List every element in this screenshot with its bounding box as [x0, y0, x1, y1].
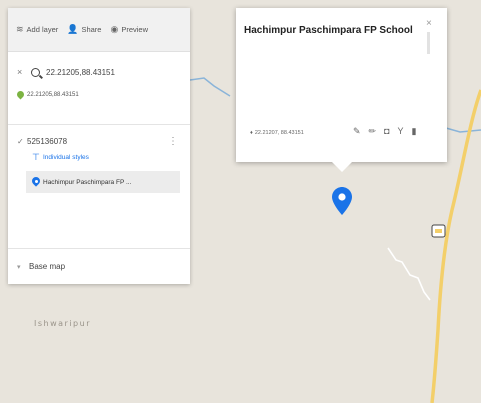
- location-pin-icon: [17, 91, 24, 100]
- layers-panel: ≋ Add layer 👤 Share ◉ Preview × 22.21205…: [8, 8, 190, 284]
- base-map-row[interactable]: ▾ Base map: [8, 248, 190, 284]
- map-marker-icon[interactable]: [332, 187, 352, 215]
- camera-icon[interactable]: ◘: [384, 126, 389, 137]
- layer-name[interactable]: 525136078: [27, 137, 168, 146]
- popup-title: Hachimpur Paschimpara FP School: [244, 25, 413, 36]
- paint-roller-icon: ⊤: [32, 151, 40, 162]
- close-icon[interactable]: ×: [426, 18, 432, 29]
- checkbox-checked-icon[interactable]: ✓: [17, 137, 27, 146]
- search-result[interactable]: 22.21205,88.43151: [8, 86, 190, 104]
- place-label: Ishwaripur: [34, 319, 91, 328]
- individual-styles-link[interactable]: ⊤ Individual styles: [8, 149, 190, 165]
- more-options-icon[interactable]: ⋮: [168, 136, 178, 147]
- location-pin-icon: [32, 177, 40, 187]
- popup-coords: ♦ 22.21207, 88.43151: [250, 130, 304, 136]
- directions-icon[interactable]: Y: [398, 126, 404, 137]
- search-value[interactable]: 22.21205,88.43151: [46, 68, 115, 77]
- layers-icon: ≋: [16, 24, 24, 34]
- info-popup: Hachimpur Paschimpara FP School × ♦ 22.2…: [236, 8, 447, 172]
- location-pin-icon: ♦: [250, 130, 253, 136]
- delete-icon[interactable]: ▮: [412, 126, 417, 137]
- search-icon: [31, 67, 40, 77]
- preview-button[interactable]: ◉ Preview: [110, 24, 148, 35]
- layer-section: ✓ 525136078 ⋮ ⊤ Individual styles Hachim…: [8, 124, 190, 193]
- paint-style-icon[interactable]: ✎: [353, 126, 361, 137]
- add-layer-button[interactable]: ≋ Add layer: [16, 24, 58, 35]
- layer-header[interactable]: ✓ 525136078 ⋮: [8, 133, 190, 149]
- edit-icon[interactable]: ✏: [369, 126, 377, 137]
- person-add-icon: 👤: [67, 24, 79, 34]
- expand-arrow-icon[interactable]: ▾: [17, 263, 29, 271]
- layer-item[interactable]: Hachimpur Paschimpara FP ...: [26, 171, 180, 193]
- share-button[interactable]: 👤 Share: [67, 24, 101, 35]
- panel-toolbar: ≋ Add layer 👤 Share ◉ Preview: [8, 8, 190, 52]
- search-row[interactable]: × 22.21205,88.43151: [8, 62, 190, 82]
- road-shield-icon: [431, 224, 446, 238]
- eye-icon: ◉: [110, 24, 119, 34]
- popup-scrollbar[interactable]: [427, 32, 430, 54]
- close-icon[interactable]: ×: [17, 67, 31, 77]
- popup-actions: ✎ ✏ ◘ Y ▮: [353, 126, 417, 137]
